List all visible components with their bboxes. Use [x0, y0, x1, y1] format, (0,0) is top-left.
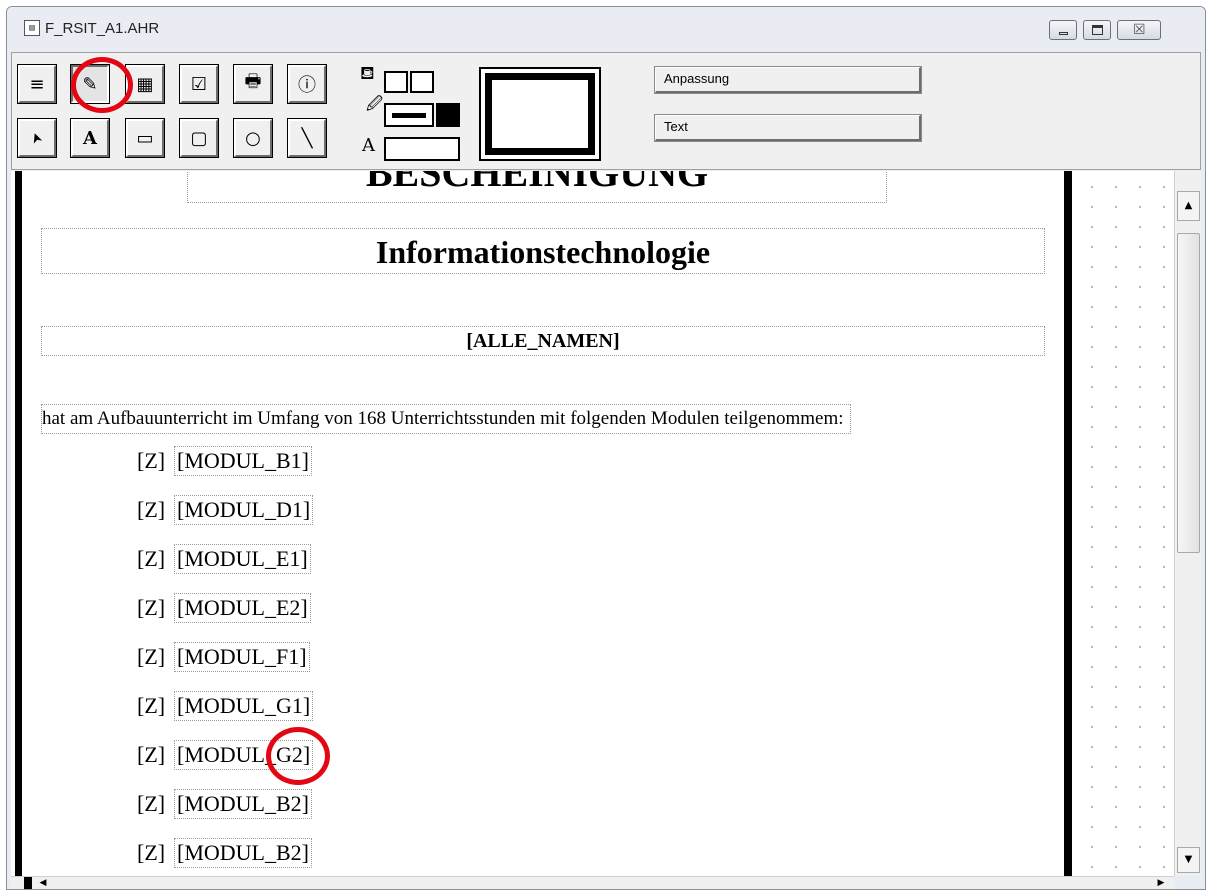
line-tool[interactable]: ╲	[287, 118, 327, 158]
module-field[interactable]: [MODUL_B2]	[174, 838, 312, 868]
module-z-label: [Z]	[137, 840, 166, 865]
anpassung-button[interactable]: Anpassung	[654, 66, 922, 94]
module-z-label: [Z]	[137, 742, 166, 767]
style-preview-box	[479, 67, 601, 161]
module-z-label: [Z]	[137, 693, 166, 718]
print-button[interactable]: 🖶	[233, 64, 273, 104]
horizontal-scrollbar[interactable]: ◀ ▶	[11, 876, 1174, 889]
maximize-button[interactable]	[1083, 20, 1111, 40]
text-color-a-label: A	[362, 135, 375, 156]
close-icon: ☒	[1133, 22, 1146, 38]
module-field[interactable]: [MODUL_B1]	[174, 446, 312, 476]
module-field[interactable]: [MODUL_D1]	[174, 495, 314, 525]
document-canvas[interactable]: BESCHEINIGUNG Informationstechnologie [A…	[11, 171, 1174, 876]
text-a-icon: A	[83, 127, 97, 149]
heading-bescheinigung[interactable]: BESCHEINIGUNG	[187, 171, 887, 203]
module-field[interactable]: [MODUL_E1]	[174, 544, 311, 574]
grid-dots-margin	[1076, 171, 1174, 876]
app-window: ▤ F_RSIT_A1.AHR ☒ ≡ ✎ ▦ ☑ 🖶 ⓘ ➤ A ▭ ▢ ○ …	[6, 6, 1206, 890]
rectangle-tool[interactable]: ▭	[125, 118, 165, 158]
line-color-swatch[interactable]	[436, 103, 460, 127]
module-z-label: [Z]	[137, 497, 166, 522]
module-z-label: [Z]	[137, 644, 166, 669]
scroll-left-arrow[interactable]: ◀	[33, 877, 53, 889]
module-z-label: [Z]	[137, 595, 166, 620]
pencil-icon: ✎	[82, 73, 98, 95]
title-bar[interactable]: ▤ F_RSIT_A1.AHR ☒	[7, 7, 1205, 51]
fill-bucket-icon: ⛾	[360, 63, 375, 84]
info-icon: ⓘ	[298, 75, 316, 96]
maximize-icon	[1092, 25, 1103, 35]
scroll-down-arrow[interactable]: ▼	[1177, 847, 1200, 873]
module-field[interactable]: [MODUL_E2]	[174, 593, 311, 623]
select-arrow-tool[interactable]: ➤	[17, 118, 57, 158]
table-icon: ▦	[136, 73, 154, 95]
text-tool[interactable]: A	[70, 118, 110, 158]
rectangle-icon: ▭	[136, 127, 154, 149]
info-button[interactable]: ⓘ	[287, 64, 327, 104]
intro-text-field[interactable]: hat am Aufbauunterricht im Umfang von 16…	[41, 404, 851, 434]
vertical-scrollbar[interactable]: ▲ ▼	[1174, 171, 1201, 876]
close-button[interactable]: ☒	[1117, 20, 1161, 40]
arrow-cursor-icon: ➤	[27, 129, 47, 147]
pen-icon: 🖉	[366, 94, 384, 113]
names-placeholder-field[interactable]: [ALLE_NAMEN]	[41, 326, 1045, 356]
module-z-label: [Z]	[137, 791, 166, 816]
text-color-swatch[interactable]	[384, 137, 460, 161]
module-field[interactable]: [MODUL_G1]	[174, 691, 314, 721]
document-icon: ▤	[24, 20, 40, 36]
pencil-edit-button[interactable]: ✎	[70, 64, 110, 104]
toolbar: ≡ ✎ ▦ ☑ 🖶 ⓘ ➤ A ▭ ▢ ○ ╲ ⛾ 🖉 A Anpassung …	[11, 52, 1201, 170]
scroll-up-arrow[interactable]: ▲	[1177, 191, 1200, 221]
checklist-icon: ☑	[190, 73, 208, 95]
rounded-rectangle-icon: ▢	[190, 127, 208, 149]
module-field[interactable]: [MODUL_G2]	[174, 740, 314, 770]
fill-color-swatch[interactable]	[384, 71, 408, 93]
page-right-border	[1064, 171, 1072, 876]
module-z-label: [Z]	[137, 546, 166, 571]
page-left-border	[15, 171, 22, 876]
minimize-button[interactable]	[1049, 20, 1077, 40]
fill-pattern-swatch[interactable]	[410, 71, 434, 93]
module-field[interactable]: [MODUL_B2]	[174, 789, 312, 819]
text-button[interactable]: Text	[654, 114, 922, 142]
menu-lines-button[interactable]: ≡	[17, 64, 57, 104]
printer-icon: 🖶	[244, 71, 262, 92]
scroll-right-arrow[interactable]: ▶	[1151, 877, 1171, 889]
ellipse-tool[interactable]: ○	[233, 118, 273, 158]
minimize-icon	[1059, 32, 1068, 35]
menu-lines-icon: ≡	[29, 73, 45, 95]
heading-informationstechnologie[interactable]: Informationstechnologie	[41, 228, 1045, 274]
line-style-swatch[interactable]	[384, 103, 434, 127]
horizontal-ruler-marker	[24, 877, 32, 889]
module-field[interactable]: [MODUL_F1]	[174, 642, 310, 672]
rounded-rect-tool[interactable]: ▢	[179, 118, 219, 158]
window-title: F_RSIT_A1.AHR	[45, 20, 160, 37]
table-button[interactable]: ▦	[125, 64, 165, 104]
line-icon: ╲	[301, 127, 313, 149]
module-z-label: [Z]	[137, 448, 166, 473]
ellipse-icon: ○	[245, 127, 261, 149]
vertical-scroll-thumb[interactable]	[1177, 233, 1200, 553]
checklist-button[interactable]: ☑	[179, 64, 219, 104]
